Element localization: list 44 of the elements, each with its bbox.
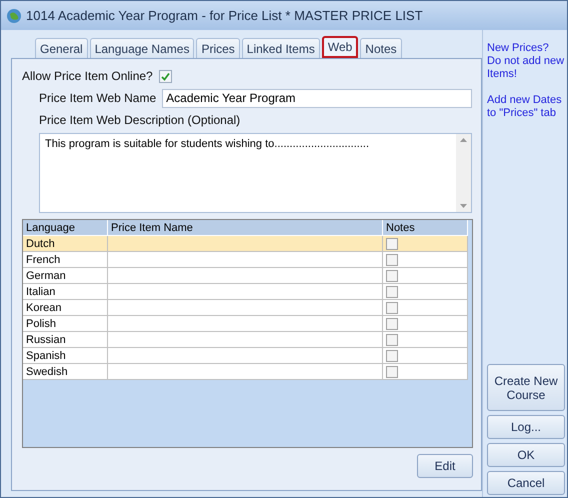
window-title: 1014 Academic Year Program - for Price List * MASTER PRICE LIST bbox=[26, 8, 423, 23]
table-cell: Dutch bbox=[23, 236, 108, 252]
action-button[interactable]: OK bbox=[487, 443, 565, 467]
table-cell: Italian bbox=[23, 284, 108, 300]
tab[interactable]: Prices bbox=[196, 38, 240, 58]
hint-text: Add new Dates to "Prices" tab bbox=[487, 94, 563, 120]
column-header: Price Item Name bbox=[108, 220, 383, 236]
web-description-field[interactable]: This program is suitable for students wishing to............................... bbox=[39, 133, 472, 213]
tab[interactable]: Notes bbox=[360, 38, 402, 58]
table-cell: Russian bbox=[23, 332, 108, 348]
tab[interactable]: Language Names bbox=[90, 38, 194, 58]
action-button[interactable]: Create New Course bbox=[487, 364, 565, 411]
web-name-field[interactable]: Academic Year Program bbox=[162, 88, 472, 108]
column-header: Language bbox=[23, 220, 108, 236]
table-cell: Korean bbox=[23, 300, 108, 316]
allow-online-checkbox[interactable] bbox=[158, 70, 172, 82]
tab[interactable]: General bbox=[35, 38, 88, 58]
web-name-label: Price Item Web Name bbox=[39, 91, 156, 105]
globe-icon bbox=[6, 8, 22, 24]
table-cell: Swedish bbox=[23, 364, 108, 380]
edit-button[interactable]: Edit bbox=[417, 454, 473, 478]
notes-checkbox[interactable] bbox=[386, 286, 398, 298]
column-header: Notes bbox=[383, 220, 468, 236]
action-button[interactable]: Log... bbox=[487, 415, 565, 439]
notes-checkbox[interactable] bbox=[386, 334, 398, 346]
hint-text: New Prices? Do not add new Items! bbox=[487, 42, 565, 81]
tab[interactable]: Web bbox=[322, 36, 358, 58]
action-button[interactable]: Cancel bbox=[487, 471, 565, 495]
scroll-up-icon[interactable] bbox=[460, 138, 467, 142]
notes-checkbox[interactable] bbox=[386, 254, 398, 266]
table-cell: German bbox=[23, 268, 108, 284]
notes-checkbox[interactable] bbox=[386, 366, 398, 378]
table-cell: French bbox=[23, 252, 108, 268]
notes-checkbox[interactable] bbox=[386, 318, 398, 330]
allow-online-label: Allow Price Item Online? bbox=[22, 69, 153, 83]
notes-checkbox[interactable] bbox=[386, 350, 398, 362]
web-description-label: Price Item Web Description (Optional) bbox=[39, 113, 240, 127]
table-cell: Spanish bbox=[23, 348, 108, 364]
notes-checkbox[interactable] bbox=[386, 302, 398, 314]
scroll-down-icon[interactable] bbox=[460, 204, 467, 208]
tab[interactable]: Linked Items bbox=[242, 38, 320, 58]
table-cell: Polish bbox=[23, 316, 108, 332]
notes-checkbox[interactable] bbox=[386, 238, 398, 250]
notes-checkbox[interactable] bbox=[386, 270, 398, 282]
